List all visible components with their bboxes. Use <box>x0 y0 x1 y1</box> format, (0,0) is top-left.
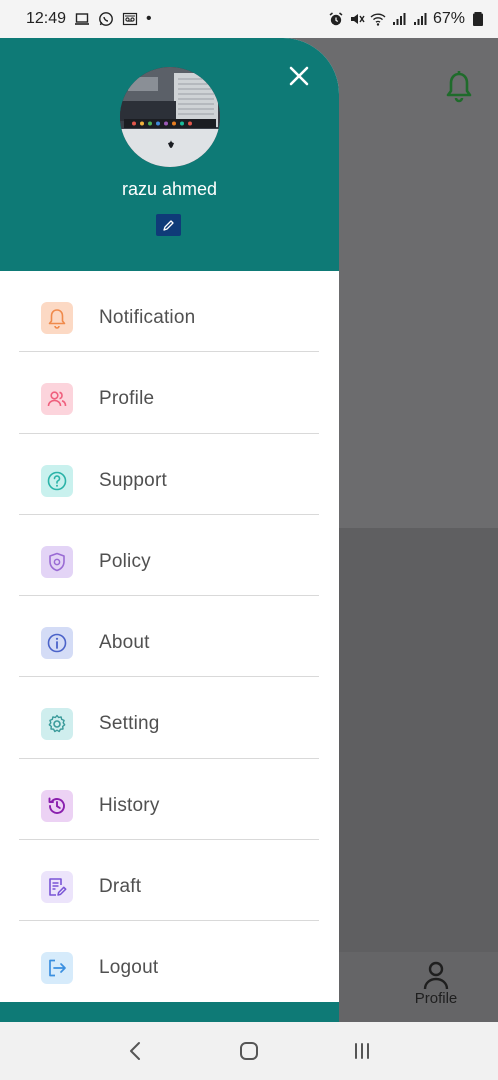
menu-item-label: Draft <box>99 876 142 898</box>
menu-item-label: About <box>99 632 150 654</box>
status-time: 12:49 <box>26 10 67 27</box>
menu-item-logout[interactable]: Logout <box>0 921 339 1002</box>
drawer-menu: Notification Profile Support Policy Abou… <box>0 271 339 1003</box>
menu-item-label: Policy <box>99 550 151 572</box>
alarm-icon <box>328 11 344 27</box>
menu-item-support[interactable]: Support <box>0 434 339 515</box>
battery-percent: 67% <box>432 10 465 27</box>
gear-icon <box>41 708 73 741</box>
menu-item-label: Notification <box>99 307 196 328</box>
shield-icon <box>41 545 73 578</box>
back-button[interactable] <box>121 1036 151 1066</box>
menu-item-about[interactable]: About <box>0 596 339 678</box>
signal-icon <box>391 11 407 27</box>
edit-profile-button[interactable] <box>156 214 181 236</box>
system-navigation-bar <box>0 1022 498 1080</box>
mute-icon <box>349 11 365 27</box>
menu-item-label: Support <box>99 469 167 491</box>
menu-item-label: Logout <box>99 957 159 979</box>
history-icon <box>41 789 73 822</box>
whatsapp-icon <box>98 11 114 27</box>
home-icon <box>239 1042 258 1060</box>
document-edit-icon <box>41 871 73 904</box>
menu-item-label: History <box>99 794 160 816</box>
pencil-icon <box>163 219 174 231</box>
bottom-nav-profile[interactable]: Profile <box>406 960 466 1016</box>
logout-icon <box>41 952 73 985</box>
info-icon <box>41 627 73 660</box>
menu-item-setting[interactable]: Setting <box>0 677 339 759</box>
home-button[interactable] <box>234 1036 264 1066</box>
menu-item-draft[interactable]: Draft <box>0 840 339 922</box>
drawer-footer <box>0 1002 339 1022</box>
menu-item-label: Profile <box>99 388 155 410</box>
menu-item-label: Setting <box>99 713 160 735</box>
status-dot: • <box>146 10 152 27</box>
users-icon <box>41 383 73 416</box>
status-bar: 12:49 • 67% <box>0 0 498 38</box>
menu-item-history[interactable]: History <box>0 759 339 841</box>
signal-icon <box>412 11 428 27</box>
recents-button[interactable] <box>347 1036 377 1066</box>
bell-icon <box>41 302 73 334</box>
menu-item-policy[interactable]: Policy <box>0 515 339 597</box>
voicemail-icon <box>122 11 138 27</box>
user-icon <box>423 961 449 990</box>
battery-icon <box>470 11 486 27</box>
back-chevron-icon <box>130 1042 141 1060</box>
menu-item-profile[interactable]: Profile <box>0 352 339 434</box>
avatar[interactable] <box>120 67 220 167</box>
bell-icon[interactable] <box>443 70 475 104</box>
user-name: razu ahmed <box>121 179 218 199</box>
drawer-header: razu ahmed <box>0 38 339 271</box>
wifi-icon <box>370 11 386 27</box>
laptop-icon <box>74 11 90 27</box>
recents-icon <box>354 1043 369 1059</box>
bottom-nav-profile-label: Profile <box>414 990 458 1007</box>
navigation-drawer: razu ahmed Notification Profile Support <box>0 38 339 1022</box>
close-icon[interactable] <box>286 63 312 89</box>
help-circle-icon <box>41 464 73 497</box>
menu-item-notification[interactable]: Notification <box>0 271 339 353</box>
